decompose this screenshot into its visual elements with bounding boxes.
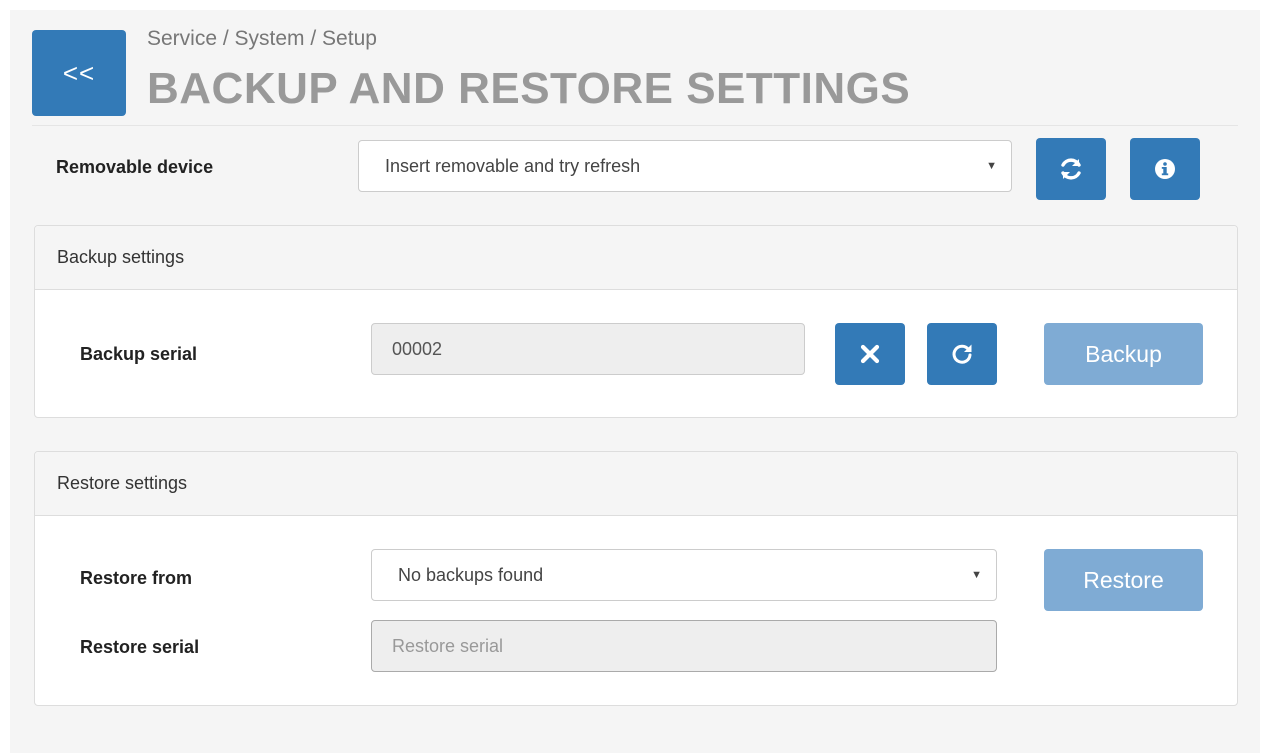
backup-serial-label: Backup serial [80,344,198,364]
restore-panel-heading: Restore settings [35,452,1237,516]
restore-from-value: No backups found [398,564,544,585]
restore-serial-label: Restore serial [80,637,200,657]
removable-device-value: Insert removable and try refresh [385,155,641,176]
removable-device-label: Removable device [56,157,214,177]
chevron-down-icon: ▼ [971,569,982,581]
backup-serial-input[interactable]: 00002 [371,323,805,375]
page-title: BACKUP AND RESTORE SETTINGS [147,64,911,113]
refresh-device-button[interactable] [1036,138,1106,200]
info-icon [1155,159,1175,179]
breadcrumb: Service / System / Setup [147,27,377,50]
chevron-down-icon: ▼ [986,160,997,172]
page-container: << Service / System / Setup BACKUP AND R… [10,10,1260,753]
clear-serial-button[interactable] [835,323,905,385]
title-divider [32,125,1238,126]
restore-from-select[interactable]: No backups found ▼ [371,549,997,601]
refresh-icon [1061,158,1081,180]
removable-device-select[interactable]: Insert removable and try refresh ▼ [358,140,1012,192]
reset-serial-button[interactable] [927,323,997,385]
backup-button[interactable]: Backup [1044,323,1203,385]
backup-panel-heading: Backup settings [35,226,1237,290]
backup-panel: Backup settings [34,225,1238,418]
restore-serial-input[interactable]: Restore serial [371,620,997,672]
device-info-button[interactable] [1130,138,1200,200]
redo-icon [952,344,972,364]
restore-from-label: Restore from [80,568,193,588]
restore-button[interactable]: Restore [1044,549,1203,611]
times-icon [860,344,880,364]
back-button[interactable]: << [32,30,126,116]
